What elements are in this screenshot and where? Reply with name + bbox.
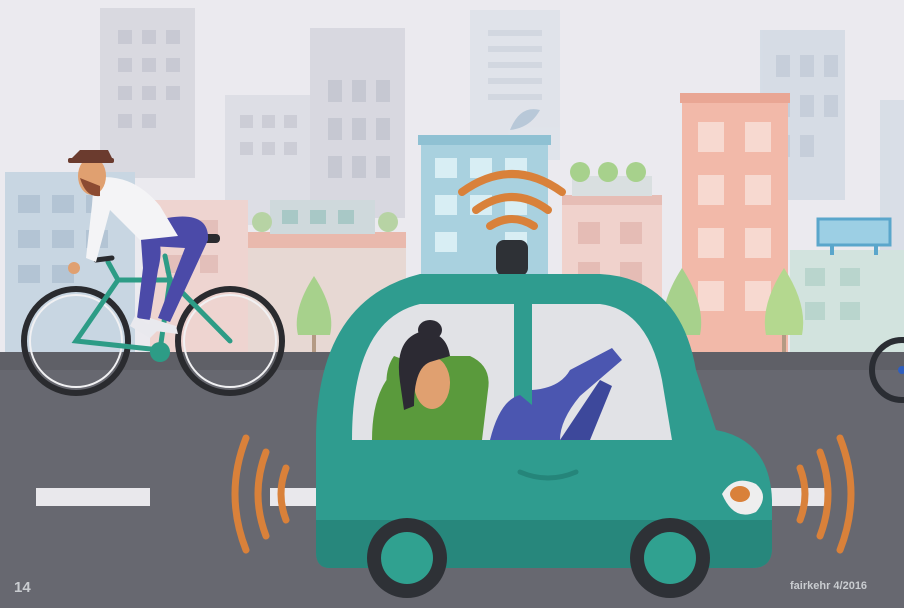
image-credit: fairkehr 4/2016 [790,580,868,592]
page-number: 14 [14,579,31,596]
lane-marking [36,488,150,506]
city-scene [0,0,904,608]
illustration: 14 fairkehr 4/2016 [0,0,904,608]
lane-marking [770,488,830,506]
